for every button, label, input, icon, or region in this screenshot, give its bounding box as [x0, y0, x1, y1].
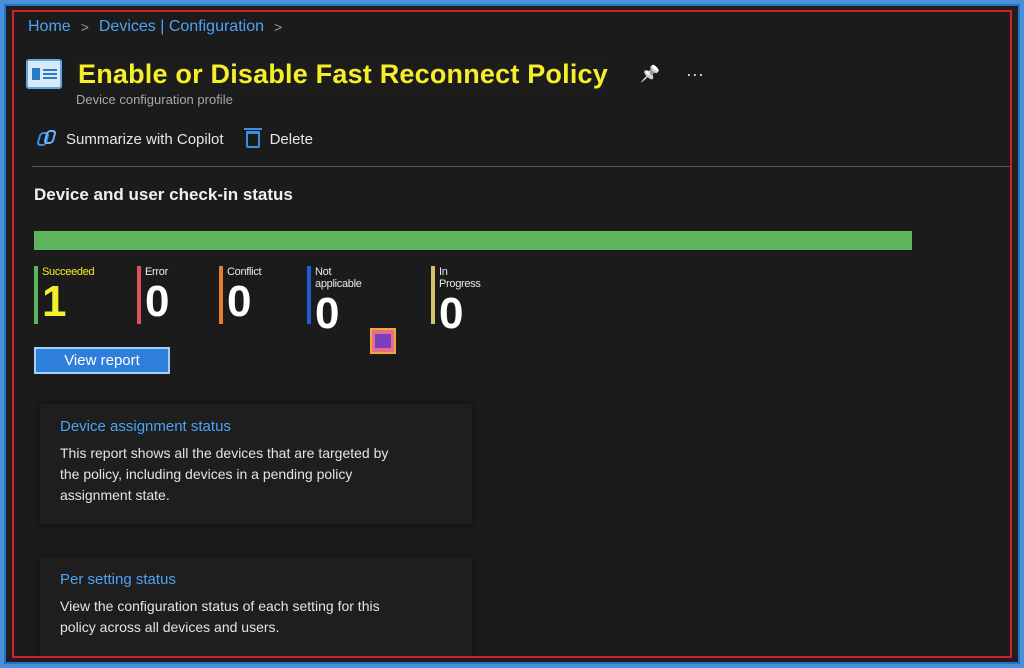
breadcrumb-separator: > [80, 19, 89, 35]
view-report-button[interactable]: View report [34, 347, 170, 374]
watermark-logo-inner [375, 334, 391, 348]
status-succeeded[interactable]: Succeeded 1 [34, 266, 95, 328]
checkin-progress-fill [34, 231, 912, 250]
copilot-icon [36, 130, 57, 148]
title-actions: 📌 ··· [640, 64, 704, 85]
status-conflict[interactable]: Conflict 0 [219, 266, 262, 328]
status-value: 0 [439, 289, 464, 338]
summarize-with-copilot-button[interactable]: Summarize with Copilot [36, 130, 224, 148]
status-color-bar [34, 266, 38, 324]
card-title[interactable]: Device assignment status [60, 418, 452, 435]
trash-icon [243, 127, 262, 148]
copilot-label: Summarize with Copilot [66, 130, 224, 148]
page-subtitle: Device configuration profile [76, 92, 233, 107]
breadcrumb: Home > Devices | Configuration > [28, 18, 282, 36]
breadcrumb-home[interactable]: Home [28, 18, 71, 36]
status-not-applicable[interactable]: Not applicable 0 [307, 266, 362, 336]
status-color-bar [219, 266, 223, 324]
status-value: 1 [42, 277, 67, 326]
status-color-bar [307, 266, 311, 324]
window-frame: Home > Devices | Configuration > Enable … [4, 4, 1020, 664]
status-label: Not applicable [315, 266, 362, 290]
content-area: Home > Devices | Configuration > Enable … [12, 10, 1012, 658]
status-value: 0 [315, 289, 340, 338]
toolbar-divider [32, 166, 1010, 167]
breadcrumb-separator: > [274, 19, 283, 35]
delete-label: Delete [269, 130, 313, 148]
card-title[interactable]: Per setting status [60, 571, 452, 588]
status-value: 0 [145, 277, 170, 326]
status-in-progress[interactable]: In Progress 0 [431, 266, 481, 336]
pin-icon[interactable]: 📌 [640, 64, 660, 85]
card-description: View the configuration status of each se… [60, 598, 380, 635]
device-assignment-status-card[interactable]: Device assignment status This report sho… [40, 404, 472, 524]
card-description: This report shows all the devices that a… [60, 445, 389, 503]
configuration-profile-icon [26, 59, 62, 89]
per-setting-status-card[interactable]: Per setting status View the configuratio… [40, 557, 472, 656]
toolbar: Summarize with Copilot Delete [36, 127, 313, 148]
breadcrumb-devices-configuration[interactable]: Devices | Configuration [99, 18, 264, 36]
status-value: 0 [227, 277, 252, 326]
checkin-progress-bar [34, 231, 912, 250]
title-row: Enable or Disable Fast Reconnect Policy … [26, 50, 704, 98]
more-options-icon[interactable]: ··· [686, 64, 704, 85]
status-color-bar [431, 266, 435, 324]
delete-button[interactable]: Delete [243, 127, 313, 148]
status-error[interactable]: Error 0 [137, 266, 169, 328]
checkin-section-title: Device and user check-in status [34, 185, 293, 204]
page-title: Enable or Disable Fast Reconnect Policy [76, 56, 610, 92]
status-color-bar [137, 266, 141, 324]
watermark-logo [370, 328, 396, 354]
status-label: In Progress [439, 266, 481, 290]
